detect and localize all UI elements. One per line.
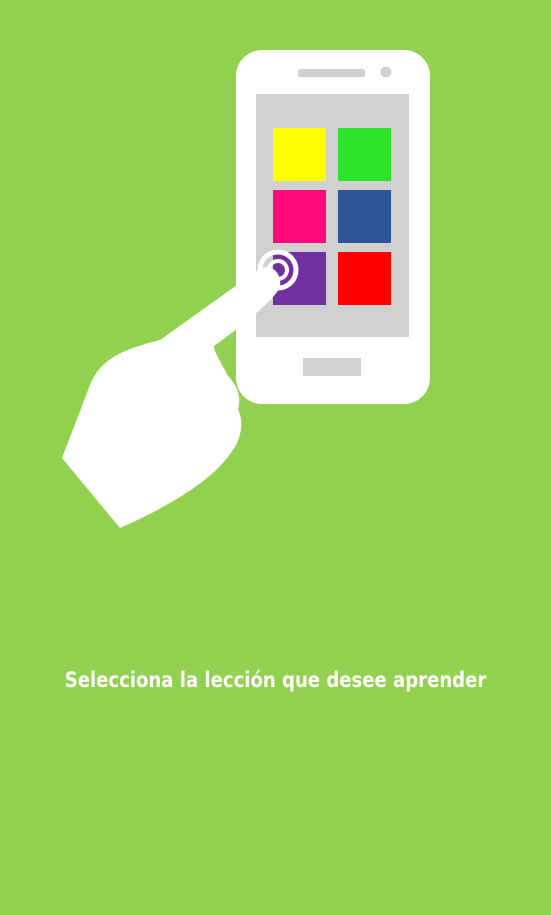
- tile-blue: [338, 190, 391, 243]
- phone-camera: [380, 66, 392, 78]
- tutorial-illustration: [0, 0, 551, 560]
- tile-red: [338, 252, 391, 305]
- phone-speaker: [298, 69, 365, 77]
- tile-green: [338, 128, 391, 181]
- tile-yellow: [273, 128, 326, 181]
- smartphone-icon: [236, 50, 430, 404]
- tile-pink: [273, 190, 326, 243]
- tutorial-screen[interactable]: Selecciona la lección que desee aprender: [0, 0, 551, 915]
- instruction-text: Selecciona la lección que desee aprender: [64, 668, 487, 692]
- phone-home-button: [303, 358, 361, 376]
